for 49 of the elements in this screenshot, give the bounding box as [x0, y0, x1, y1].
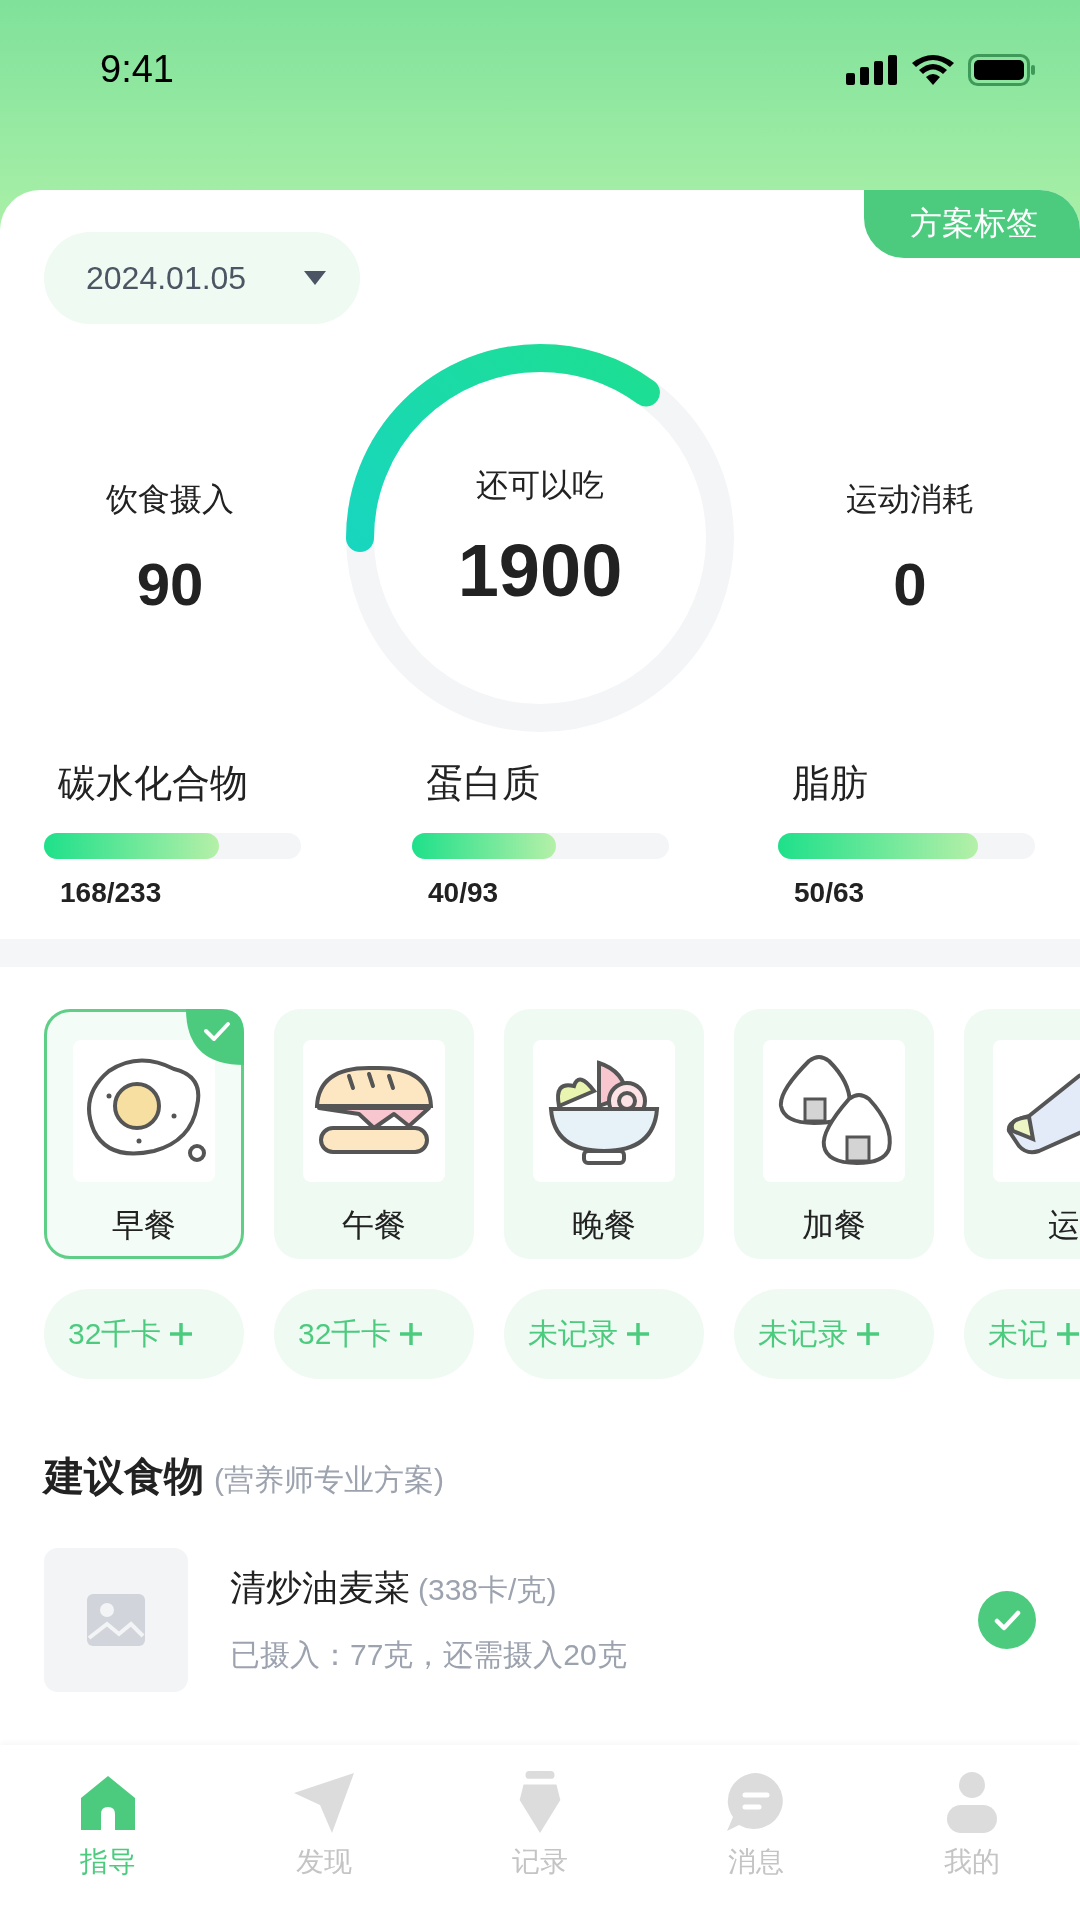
plus-icon	[1056, 1322, 1080, 1346]
plus-icon	[169, 1322, 194, 1346]
stat-value: 90	[136, 549, 204, 619]
tab-item[interactable]: 指导	[0, 1745, 216, 1920]
food-name: 清炒油麦菜	[230, 1566, 410, 1610]
macro-label: 蛋白质	[425, 761, 541, 806]
meal-card[interactable]: 午餐	[274, 1009, 474, 1259]
meal-card[interactable]: 晚餐	[504, 1009, 704, 1259]
person-icon	[947, 1770, 997, 1833]
wifi-icon	[912, 54, 954, 85]
macro-value: 40/93	[427, 877, 500, 909]
plus-icon	[399, 1322, 424, 1346]
check-icon	[186, 1009, 244, 1065]
calorie-add-button[interactable]: 未记	[964, 1289, 1080, 1379]
plan-tag-button[interactable]: 方案标签	[864, 190, 1080, 258]
tab-item[interactable]: 记录	[432, 1745, 648, 1920]
calorie-add-button[interactable]: 未记录	[504, 1289, 704, 1379]
image-icon	[87, 1594, 145, 1646]
stat-label: 还可以吃	[476, 465, 604, 505]
meal-card[interactable]: 加餐	[734, 1009, 934, 1259]
food-calories: (338卡/克)	[418, 1572, 557, 1608]
stat-label: 运动消耗	[846, 479, 974, 519]
calorie-add-button[interactable]: 未记录	[734, 1289, 934, 1379]
stat-value: 0	[893, 549, 927, 619]
battery-icon	[968, 53, 1036, 86]
section-title: 建议食物	[44, 1453, 204, 1500]
macro-label: 脂肪	[791, 761, 869, 806]
date-picker[interactable]: 2024.01.05	[44, 232, 360, 324]
macro-label: 碳水化合物	[57, 761, 249, 806]
tab-item[interactable]: 我的	[864, 1745, 1080, 1920]
status-time: 9:41	[100, 48, 174, 91]
macro-value: 168/233	[59, 877, 163, 909]
pen-nib-icon	[517, 1770, 563, 1833]
meal-card[interactable]: 早餐	[44, 1009, 244, 1259]
macro-value: 50/63	[793, 877, 866, 909]
stat-value: 1900	[457, 527, 623, 613]
tab-item[interactable]: 消息	[648, 1745, 864, 1920]
calorie-add-button[interactable]: 32千卡	[274, 1289, 474, 1379]
paper-plane-icon	[292, 1770, 356, 1833]
stat-label: 饮食摄入	[106, 479, 234, 519]
meal-card[interactable]: 运	[964, 1009, 1080, 1259]
signal-icon	[846, 54, 898, 85]
calorie-add-button[interactable]: 32千卡	[44, 1289, 244, 1379]
plus-icon	[856, 1322, 880, 1346]
section-subtitle: (营养师专业方案)	[214, 1462, 444, 1498]
dropdown-icon	[304, 271, 326, 285]
check-icon[interactable]	[978, 1591, 1036, 1649]
plus-icon	[626, 1322, 650, 1346]
tab-item[interactable]: 发现	[216, 1745, 432, 1920]
